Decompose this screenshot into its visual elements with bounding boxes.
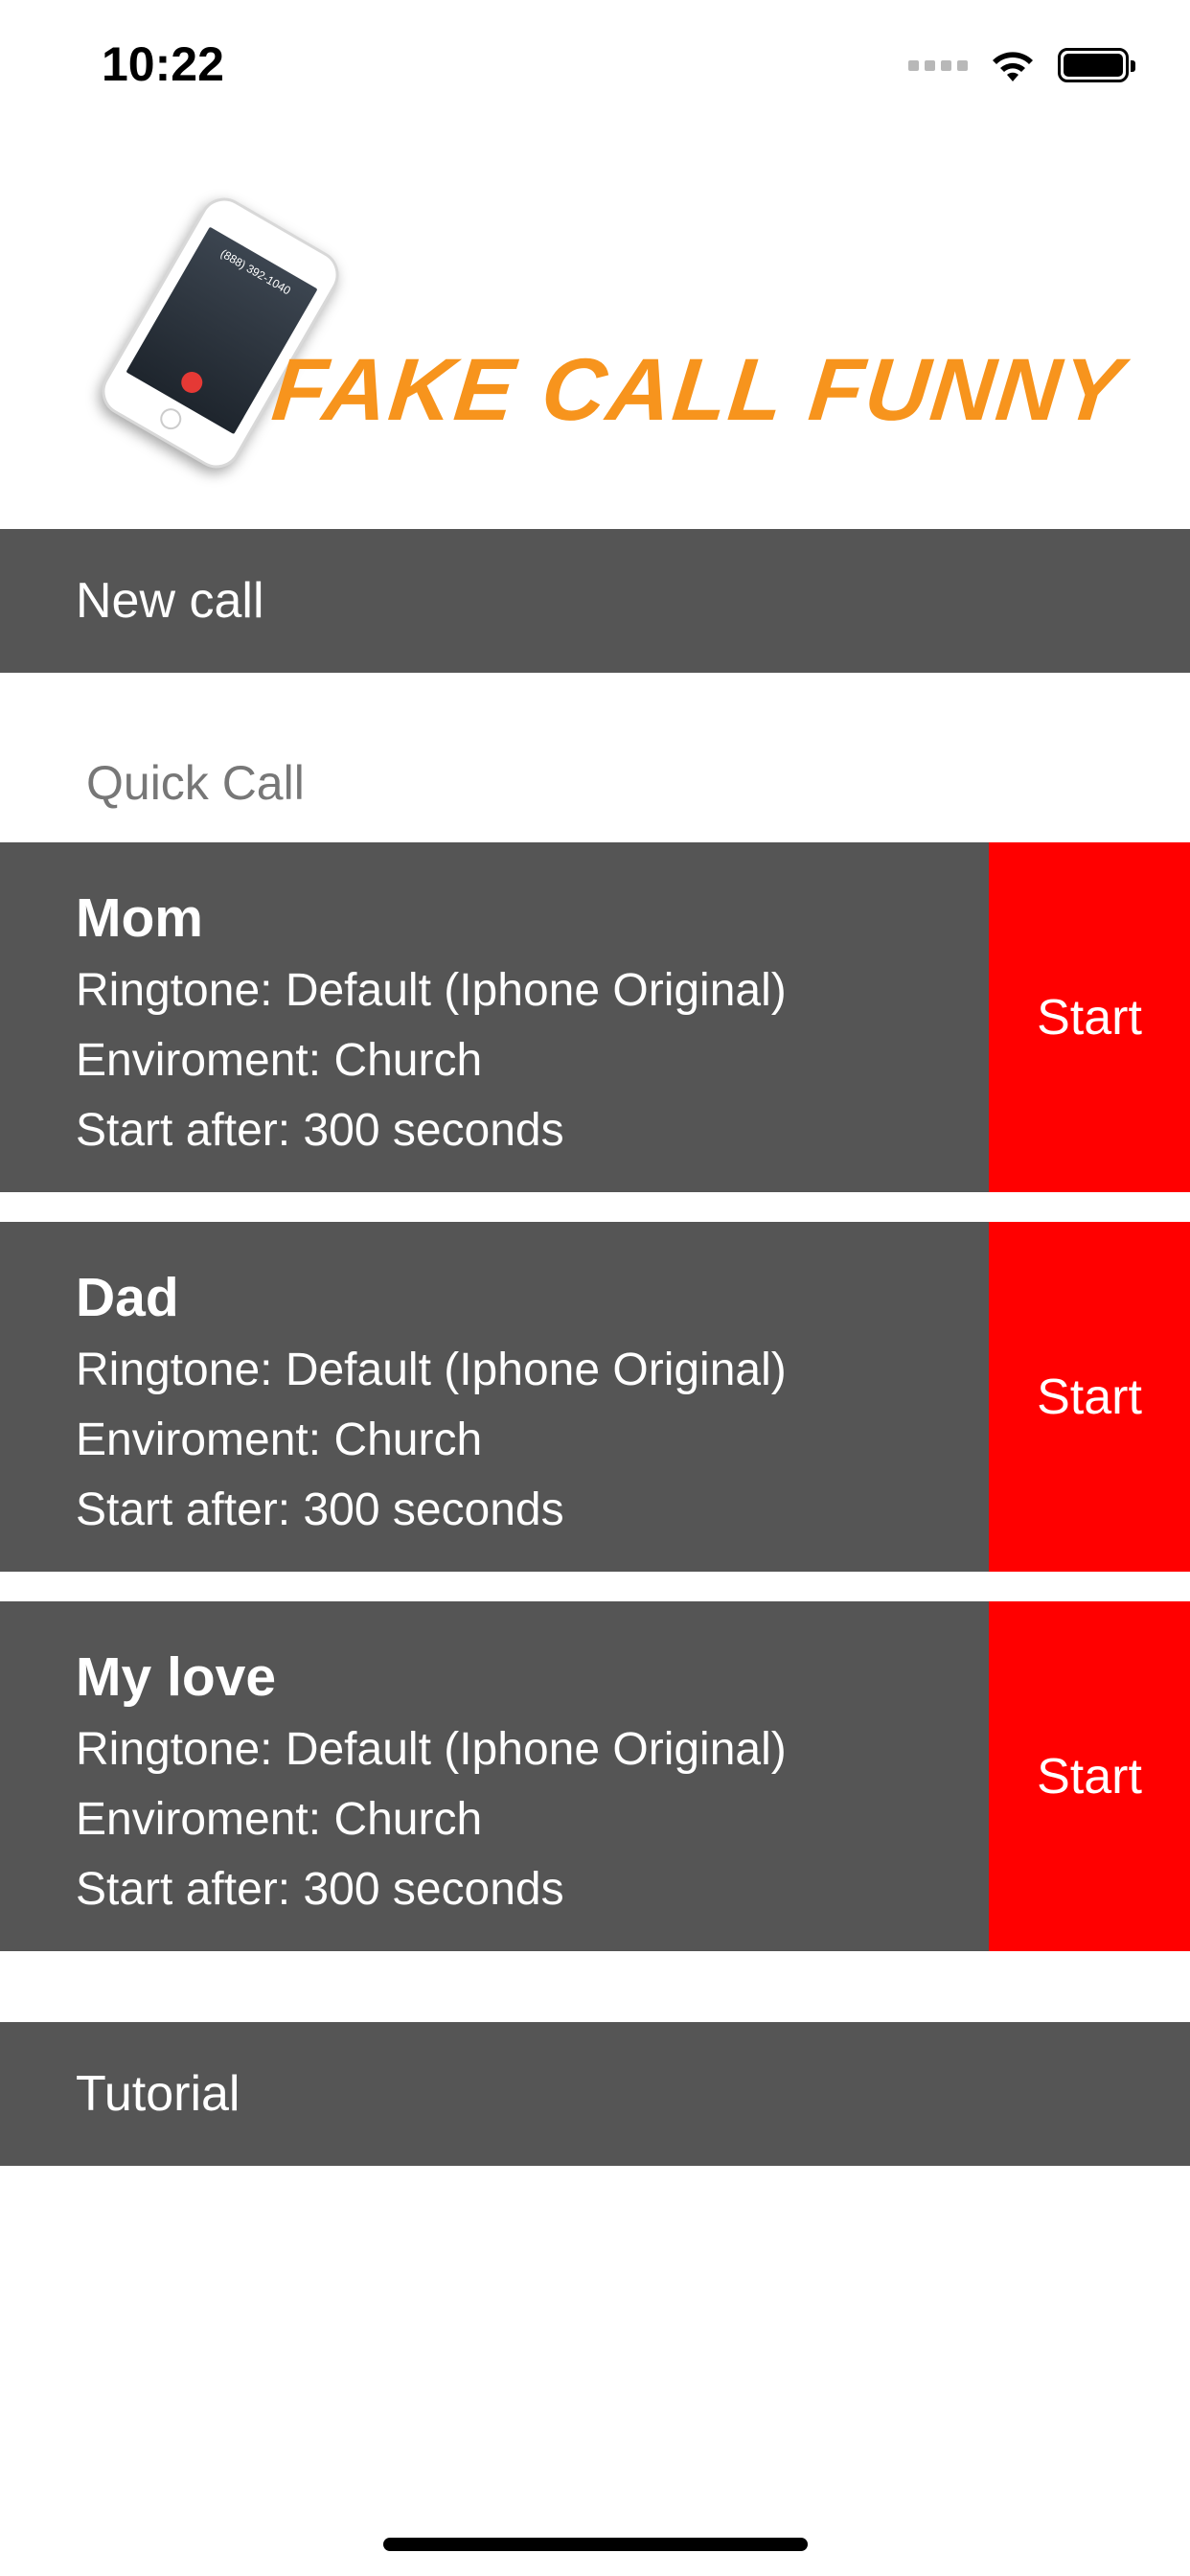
caller-name: Dad: [76, 1267, 179, 1328]
quick-call-heading: Quick Call: [86, 756, 305, 810]
delay-text: Start after: 300 seconds: [76, 1484, 564, 1535]
wifi-icon: [993, 52, 1033, 81]
app-logo: (888) 392-1040 FAKE CALL FUNNY: [92, 189, 1128, 479]
caller-name: My love: [76, 1646, 277, 1708]
environment-text: Enviroment: Church: [76, 1414, 483, 1465]
ringtone-text: Ringtone: Default (Iphone Original): [76, 1724, 787, 1775]
new-call-label: New call: [76, 573, 264, 629]
start-button[interactable]: Start: [989, 842, 1190, 1192]
quick-call-item[interactable]: Mom Ringtone: Default (Iphone Original) …: [0, 842, 1190, 1192]
logo-text: FAKE CALL FUNNY: [267, 341, 1129, 439]
quick-call-item[interactable]: My love Ringtone: Default (Iphone Origin…: [0, 1601, 1190, 1951]
ringtone-text: Ringtone: Default (Iphone Original): [76, 1345, 787, 1395]
environment-text: Enviroment: Church: [76, 1035, 483, 1086]
quick-call-item[interactable]: Dad Ringtone: Default (Iphone Original) …: [0, 1222, 1190, 1572]
status-time: 10:22: [102, 37, 224, 91]
tutorial-label: Tutorial: [76, 2066, 240, 2122]
home-indicator[interactable]: [383, 2538, 808, 2551]
delay-text: Start after: 300 seconds: [76, 1864, 564, 1915]
delay-text: Start after: 300 seconds: [76, 1105, 564, 1156]
quick-call-info: Dad Ringtone: Default (Iphone Original) …: [76, 1264, 787, 1545]
logo-phone-number: (888) 392-1040: [217, 246, 293, 298]
quick-call-info: Mom Ringtone: Default (Iphone Original) …: [76, 885, 787, 1165]
status-bar: 10:22: [0, 0, 1190, 126]
status-icons: [908, 42, 1135, 88]
new-call-button[interactable]: New call: [0, 529, 1190, 673]
caller-name: Mom: [76, 887, 203, 949]
start-button[interactable]: Start: [989, 1601, 1190, 1951]
battery-icon: [1058, 48, 1135, 82]
quick-call-info: My love Ringtone: Default (Iphone Origin…: [76, 1644, 787, 1924]
environment-text: Enviroment: Church: [76, 1794, 483, 1845]
tutorial-button[interactable]: Tutorial: [0, 2022, 1190, 2166]
cellular-signal-icon: [908, 59, 968, 71]
ringtone-text: Ringtone: Default (Iphone Original): [76, 965, 787, 1016]
start-button[interactable]: Start: [989, 1222, 1190, 1572]
